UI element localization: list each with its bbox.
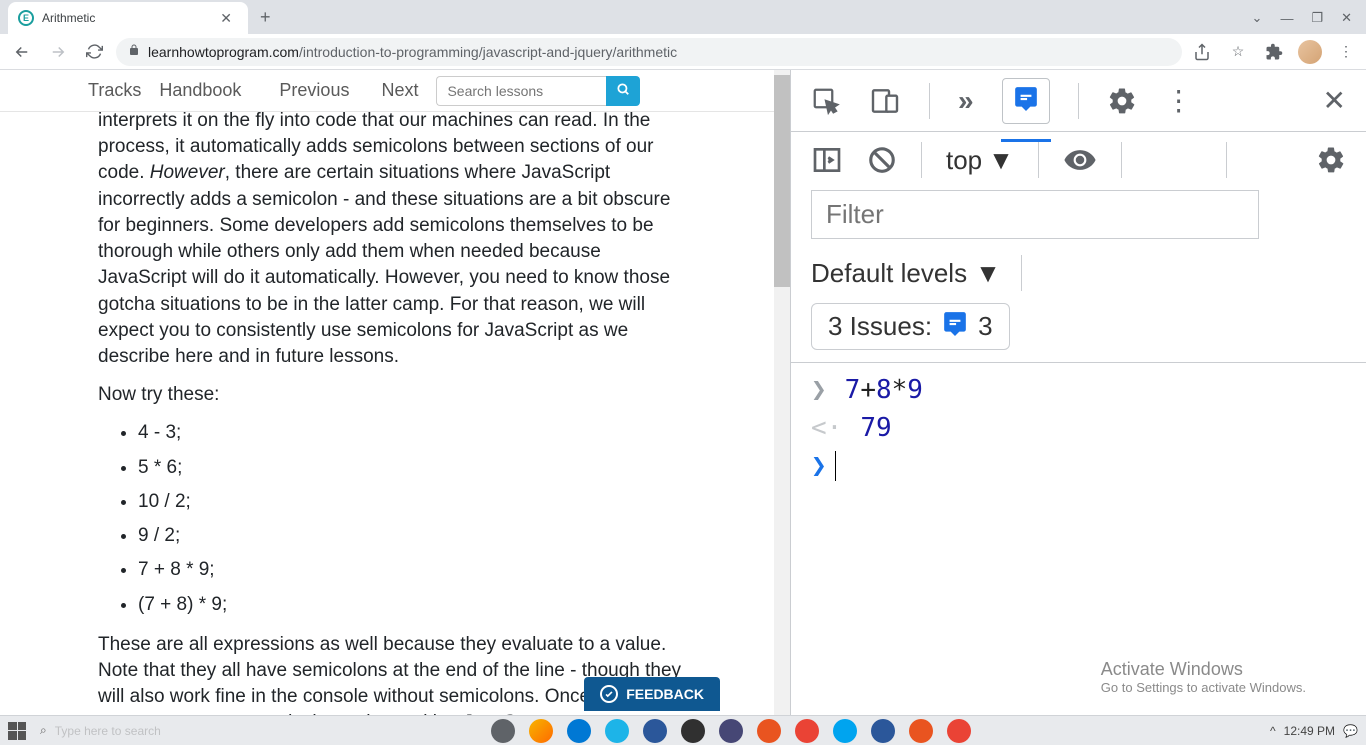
list-item: 9 / 2; (138, 523, 690, 549)
clear-console-icon[interactable] (867, 145, 897, 175)
caret-down-icon: ▼ (975, 258, 1001, 289)
taskbar-app-icon[interactable] (757, 719, 781, 743)
console-sidebar-toggle-icon[interactable] (811, 144, 843, 176)
console-settings-gear-icon[interactable] (1316, 145, 1346, 175)
search-button[interactable] (606, 76, 640, 106)
back-button[interactable] (8, 38, 36, 66)
profile-avatar[interactable] (1298, 40, 1322, 64)
scrollbar-thumb[interactable] (774, 75, 790, 287)
page-scrollbar[interactable] (774, 70, 790, 715)
forward-button[interactable] (44, 38, 72, 66)
tab-close-icon[interactable]: ✕ (214, 8, 238, 29)
console-result-line: <· 79 (791, 409, 1366, 447)
new-tab-button[interactable]: + (248, 1, 283, 34)
console-tab[interactable] (1002, 78, 1050, 124)
taskbar-app-icon[interactable] (643, 719, 667, 743)
console-expression: 7+8*9 (845, 375, 923, 405)
taskbar-app-icon[interactable] (567, 719, 591, 743)
url-text: learnhowtoprogram.com/introduction-to-pr… (148, 44, 677, 60)
restore-icon[interactable]: ❐ (1311, 10, 1323, 26)
browser-tab-strip: E Arithmetic ✕ + ⌄ — ❐ ✕ (0, 0, 1366, 34)
list-item: (7 + 8) * 9; (138, 592, 690, 618)
list-item: 10 / 2; (138, 489, 690, 515)
taskbar-tray[interactable]: ^ 12:49 PM 💬 (1270, 724, 1358, 738)
feedback-button[interactable]: FEEDBACK (584, 677, 720, 711)
extensions-icon[interactable] (1262, 40, 1286, 64)
taskbar-app-icon[interactable] (833, 719, 857, 743)
more-tabs-icon[interactable]: » (958, 85, 974, 117)
close-window-icon[interactable]: ✕ (1341, 10, 1352, 26)
start-button-icon[interactable] (8, 722, 26, 740)
console-input-line: ❯ 7+8*9 (791, 371, 1366, 409)
browser-tab[interactable]: E Arithmetic ✕ (8, 2, 248, 34)
clock[interactable]: 12:49 PM (1284, 724, 1335, 738)
site-nav: Tracks Handbook Previous Next (0, 70, 790, 112)
text-cursor (835, 451, 836, 481)
taskbar-app-icon[interactable] (719, 719, 743, 743)
taskbar-app-icon[interactable] (529, 719, 553, 743)
tab-title: Arithmetic (42, 11, 206, 25)
result-arrow-icon: <· (811, 413, 842, 443)
console-toolbar: top ▼ Default levels ▼ 3 I (791, 132, 1366, 363)
paragraph: interprets it on the fly into code that … (98, 108, 690, 370)
nav-previous[interactable]: Previous (279, 80, 349, 101)
console-result: 79 (860, 413, 891, 443)
taskbar-app-icon[interactable] (491, 719, 515, 743)
nav-handbook[interactable]: Handbook (159, 80, 241, 101)
share-icon[interactable] (1190, 40, 1214, 64)
nav-next[interactable]: Next (381, 80, 418, 101)
code-examples-list: 4 - 3; 5 * 6; 10 / 2; 9 / 2; 7 + 8 * 9; … (98, 420, 690, 617)
log-levels-selector[interactable]: Default levels ▼ (811, 258, 1001, 289)
taskbar-app-icon[interactable] (947, 719, 971, 743)
tab-favicon-icon: E (18, 10, 34, 26)
taskbar-app-icon[interactable] (681, 719, 705, 743)
list-item: 7 + 8 * 9; (138, 557, 690, 583)
url-field[interactable]: learnhowtoprogram.com/introduction-to-pr… (116, 38, 1182, 66)
console-filter-input[interactable] (811, 190, 1259, 239)
article-body: interprets it on the fly into code that … (0, 108, 790, 715)
page-content: Tracks Handbook Previous Next interprets… (0, 70, 790, 715)
caret-down-icon: ▼ (988, 145, 1014, 176)
kebab-menu-icon[interactable]: ⋮ (1334, 40, 1358, 64)
console-output[interactable]: ❯ 7+8*9 <· 79 ❯ (791, 363, 1366, 715)
feedback-check-icon (600, 685, 618, 703)
nav-tracks[interactable]: Tracks (88, 80, 141, 101)
inspect-element-icon[interactable] (811, 86, 841, 116)
minimize-icon[interactable]: — (1280, 11, 1293, 26)
paragraph: Now try these: (98, 382, 690, 408)
prompt-icon: ❯ (811, 375, 827, 405)
console-prompt-line[interactable]: ❯ (791, 447, 1366, 485)
lock-icon (128, 43, 140, 60)
devtools-panel: » ⋮ ✕ top ▼ (790, 70, 1366, 715)
taskbar-pinned-apps (491, 719, 971, 743)
address-bar: learnhowtoprogram.com/introduction-to-pr… (0, 34, 1366, 70)
devtools-close-icon[interactable]: ✕ (1323, 84, 1346, 117)
tray-chevron-icon[interactable]: ^ (1270, 724, 1276, 738)
taskbar-app-icon[interactable] (871, 719, 895, 743)
device-toolbar-icon[interactable] (869, 85, 901, 117)
execution-context-selector[interactable]: top ▼ (946, 145, 1014, 176)
taskbar-app-icon[interactable] (605, 719, 629, 743)
taskbar-search[interactable]: ⌕ Type here to search (40, 723, 161, 738)
list-item: 4 - 3; (138, 420, 690, 446)
windows-taskbar[interactable]: ⌕ Type here to search ^ 12:49 PM 💬 (0, 715, 1366, 745)
issues-chat-icon (942, 310, 968, 343)
issues-button[interactable]: 3 Issues: 3 (811, 303, 1010, 350)
taskbar-app-icon[interactable] (909, 719, 933, 743)
reload-button[interactable] (80, 38, 108, 66)
window-controls: ⌄ — ❐ ✕ (1252, 10, 1366, 34)
notifications-icon[interactable]: 💬 (1343, 724, 1358, 738)
chevron-down-icon[interactable]: ⌄ (1252, 10, 1263, 26)
list-item: 5 * 6; (138, 455, 690, 481)
settings-gear-icon[interactable] (1107, 86, 1137, 116)
bookmark-star-icon[interactable]: ☆ (1226, 40, 1250, 64)
taskbar-app-icon[interactable] (795, 719, 819, 743)
live-expression-eye-icon[interactable] (1063, 143, 1097, 177)
devtools-kebab-icon[interactable]: ⋮ (1165, 84, 1193, 117)
prompt-icon: ❯ (811, 451, 827, 481)
devtools-toolbar: » ⋮ ✕ (791, 70, 1366, 132)
search-input[interactable] (436, 76, 606, 106)
search-icon: ⌕ (40, 723, 47, 738)
